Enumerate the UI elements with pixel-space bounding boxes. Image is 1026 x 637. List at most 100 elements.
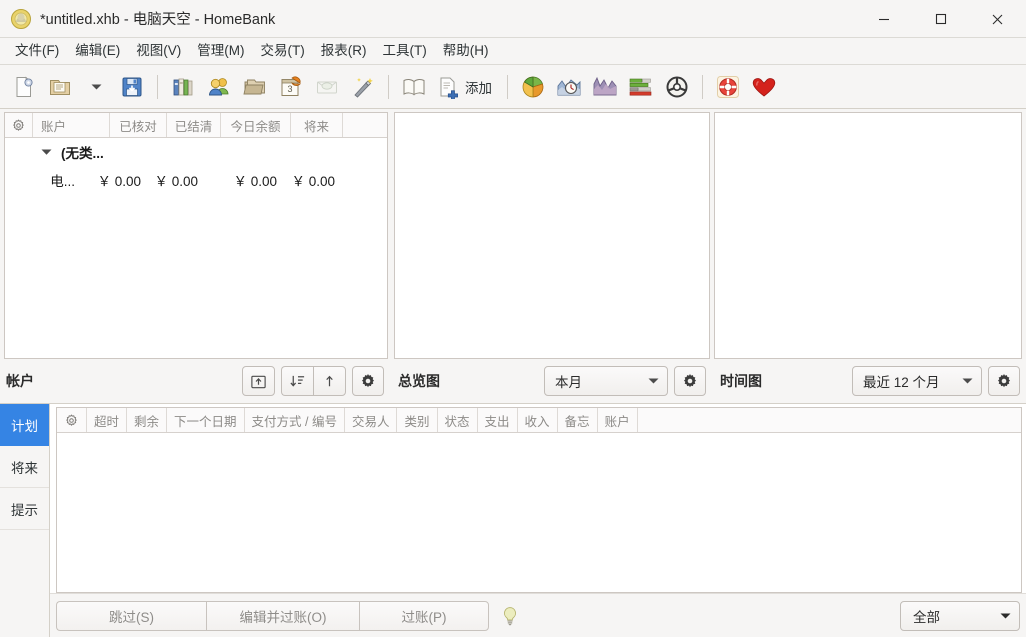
edit-and-post-button[interactable]: 编辑并过账(O) — [206, 600, 359, 631]
menu-help[interactable]: 帮助(H) — [435, 41, 497, 61]
payees-icon[interactable] — [201, 69, 237, 105]
menu-tools[interactable]: 工具(T) — [375, 41, 435, 61]
vehicle-cost-icon[interactable] — [659, 69, 695, 105]
timeline-range-value: 最近 12 个月 — [863, 375, 940, 390]
account-today-amount: ￥ 0.00 — [233, 174, 277, 189]
add-transaction-button[interactable]: 添加 — [432, 69, 500, 105]
timeline-range-select[interactable]: 最近 12 个月 — [852, 366, 982, 396]
overview-range-value: 本月 — [555, 375, 582, 390]
maximize-icon[interactable] — [912, 0, 969, 38]
skip-button[interactable]: 跳过(S) — [56, 600, 206, 631]
expand-all-icon[interactable] — [313, 366, 346, 396]
menu-edit[interactable]: 编辑(E) — [67, 41, 128, 61]
gear-icon[interactable] — [57, 408, 87, 432]
column-header-income[interactable]: 收入 — [518, 408, 558, 432]
chevron-down-icon — [648, 377, 659, 385]
expander-triangle-icon[interactable] — [5, 148, 61, 156]
accounts-panel-title: 帐户 — [6, 373, 34, 389]
tab-future[interactable]: 将来 — [0, 446, 49, 488]
scheduled-filter-select[interactable]: 全部 — [900, 600, 1020, 631]
menu-reports[interactable]: 报表(R) — [313, 41, 375, 61]
tab-scheduled[interactable]: 计划 — [0, 404, 49, 446]
toolbar-separator — [507, 74, 508, 99]
timeline-settings-gear-icon[interactable] — [988, 366, 1020, 396]
overview-chart-area[interactable] — [394, 112, 710, 359]
minimize-icon[interactable] — [855, 0, 912, 38]
lightbulb-icon — [495, 606, 525, 626]
statistics-pie-icon[interactable] — [515, 69, 551, 105]
title-bar: *untitled.xhb - 电脑天空 - HomeBank — [0, 0, 1026, 38]
scheduled-list-header: 超时 剩余 下一个日期 支付方式 / 编号 交易人 类别 状态 支出 收入 备忘… — [57, 408, 1021, 433]
accounts-icon[interactable] — [165, 69, 201, 105]
toolbar-separator — [388, 74, 389, 99]
toolbar-separator — [702, 74, 703, 99]
accounts-panel: 账户 已核对 已结清 今日余额 将来 (无类... 电... ￥ 0.00 ￥ … — [0, 109, 390, 403]
trend-time-icon[interactable] — [551, 69, 587, 105]
overview-range-select[interactable]: 本月 — [544, 366, 668, 396]
accounts-panel-footer: 帐户 — [0, 359, 390, 403]
settings-gear-icon[interactable] — [352, 366, 384, 396]
column-header-expense[interactable]: 支出 — [478, 408, 518, 432]
column-header-overdue[interactable]: 超时 — [87, 408, 128, 432]
tree-expand-collapse-group — [281, 366, 346, 396]
show-account-icon[interactable] — [242, 366, 275, 396]
tab-tips[interactable]: 提示 — [0, 488, 49, 530]
overview-settings-gear-icon[interactable] — [674, 366, 706, 396]
column-header-cleared[interactable]: 已结清 — [167, 113, 221, 137]
gear-icon[interactable] — [5, 113, 33, 137]
open-file-icon[interactable] — [42, 69, 78, 105]
categories-icon[interactable] — [237, 69, 273, 105]
table-row[interactable]: 电... ￥ 0.00 ￥ 0.00 ￥ 0.00 ￥ 0.00 — [5, 166, 387, 194]
account-name: 电... — [50, 174, 75, 189]
column-header-remaining[interactable]: 剩余 — [127, 408, 168, 432]
menu-view[interactable]: 视图(V) — [128, 41, 189, 61]
timeline-panel-footer: 时间图 最近 12 个月 — [712, 359, 1026, 403]
column-header-account[interactable]: 账户 — [598, 408, 638, 432]
column-header-payment[interactable]: 支付方式 / 编号 — [245, 408, 345, 432]
overview-panel: 总览图 本月 — [390, 109, 712, 403]
column-header-reconciled[interactable]: 已核对 — [110, 113, 167, 137]
scheduled-icon[interactable]: 3 — [273, 69, 309, 105]
window-title: *untitled.xhb - 电脑天空 - HomeBank — [40, 12, 276, 28]
column-header-memo[interactable]: 备忘 — [558, 408, 598, 432]
table-row[interactable]: (无类... — [5, 138, 387, 166]
timeline-chart-area[interactable] — [714, 112, 1022, 359]
accounts-rows: (无类... 电... ￥ 0.00 ￥ 0.00 ￥ 0.00 ￥ 0.00 — [5, 138, 387, 194]
post-button[interactable]: 过账(P) — [359, 600, 489, 631]
column-header-status[interactable]: 状态 — [438, 408, 478, 432]
timeline-panel: 时间图 最近 12 个月 — [712, 109, 1026, 403]
column-header-payee[interactable]: 交易人 — [345, 408, 398, 432]
window-controls — [855, 0, 1026, 38]
accounts-tree-header: 账户 已核对 已结清 今日余额 将来 — [5, 113, 387, 138]
ledger-icon[interactable] — [396, 69, 432, 105]
budget-report-icon[interactable] — [623, 69, 659, 105]
assignments-icon[interactable] — [345, 69, 381, 105]
scheduled-transactions-list[interactable]: 超时 剩余 下一个日期 支付方式 / 编号 交易人 类别 状态 支出 收入 备忘… — [56, 407, 1022, 593]
column-header-category[interactable]: 类别 — [397, 408, 438, 432]
account-future-amount: ￥ 0.00 — [291, 174, 335, 189]
menu-manage[interactable]: 管理(M) — [189, 41, 252, 61]
menu-transactions[interactable]: 交易(T) — [253, 41, 313, 61]
balance-chart-icon[interactable] — [587, 69, 623, 105]
menu-bar: 文件(F) 编辑(E) 视图(V) 管理(M) 交易(T) 报表(R) 工具(T… — [0, 38, 1026, 65]
budget-icon[interactable] — [309, 69, 345, 105]
bottom-panel: 计划 将来 提示 超时 剩余 下一个日期 支付方式 / 编号 交易人 类别 状态… — [0, 403, 1026, 637]
add-transaction-icon — [436, 75, 460, 99]
column-header-account[interactable]: 账户 — [33, 113, 110, 137]
menu-file[interactable]: 文件(F) — [7, 41, 67, 61]
save-file-icon[interactable] — [114, 69, 150, 105]
help-lifering-icon[interactable] — [710, 69, 746, 105]
column-header-next-date[interactable]: 下一个日期 — [167, 408, 245, 432]
open-dropdown-arrow-icon[interactable] — [78, 69, 114, 105]
new-file-icon[interactable] — [6, 69, 42, 105]
column-header-future[interactable]: 将来 — [291, 113, 343, 137]
column-header-today[interactable]: 今日余额 — [221, 113, 291, 137]
donate-heart-icon[interactable] — [746, 69, 782, 105]
scheduled-filter-value: 全部 — [913, 609, 940, 625]
scheduled-actions-bar: 跳过(S) 编辑并过账(O) 过账(P) 全部 — [50, 593, 1026, 637]
column-header-filler — [343, 113, 387, 137]
accounts-tree[interactable]: 账户 已核对 已结清 今日余额 将来 (无类... 电... ￥ 0.00 ￥ … — [4, 112, 388, 359]
close-icon[interactable] — [969, 0, 1026, 38]
collapse-all-icon[interactable] — [281, 366, 313, 396]
top-panels: 账户 已核对 已结清 今日余额 将来 (无类... 电... ￥ 0.00 ￥ … — [0, 109, 1026, 403]
